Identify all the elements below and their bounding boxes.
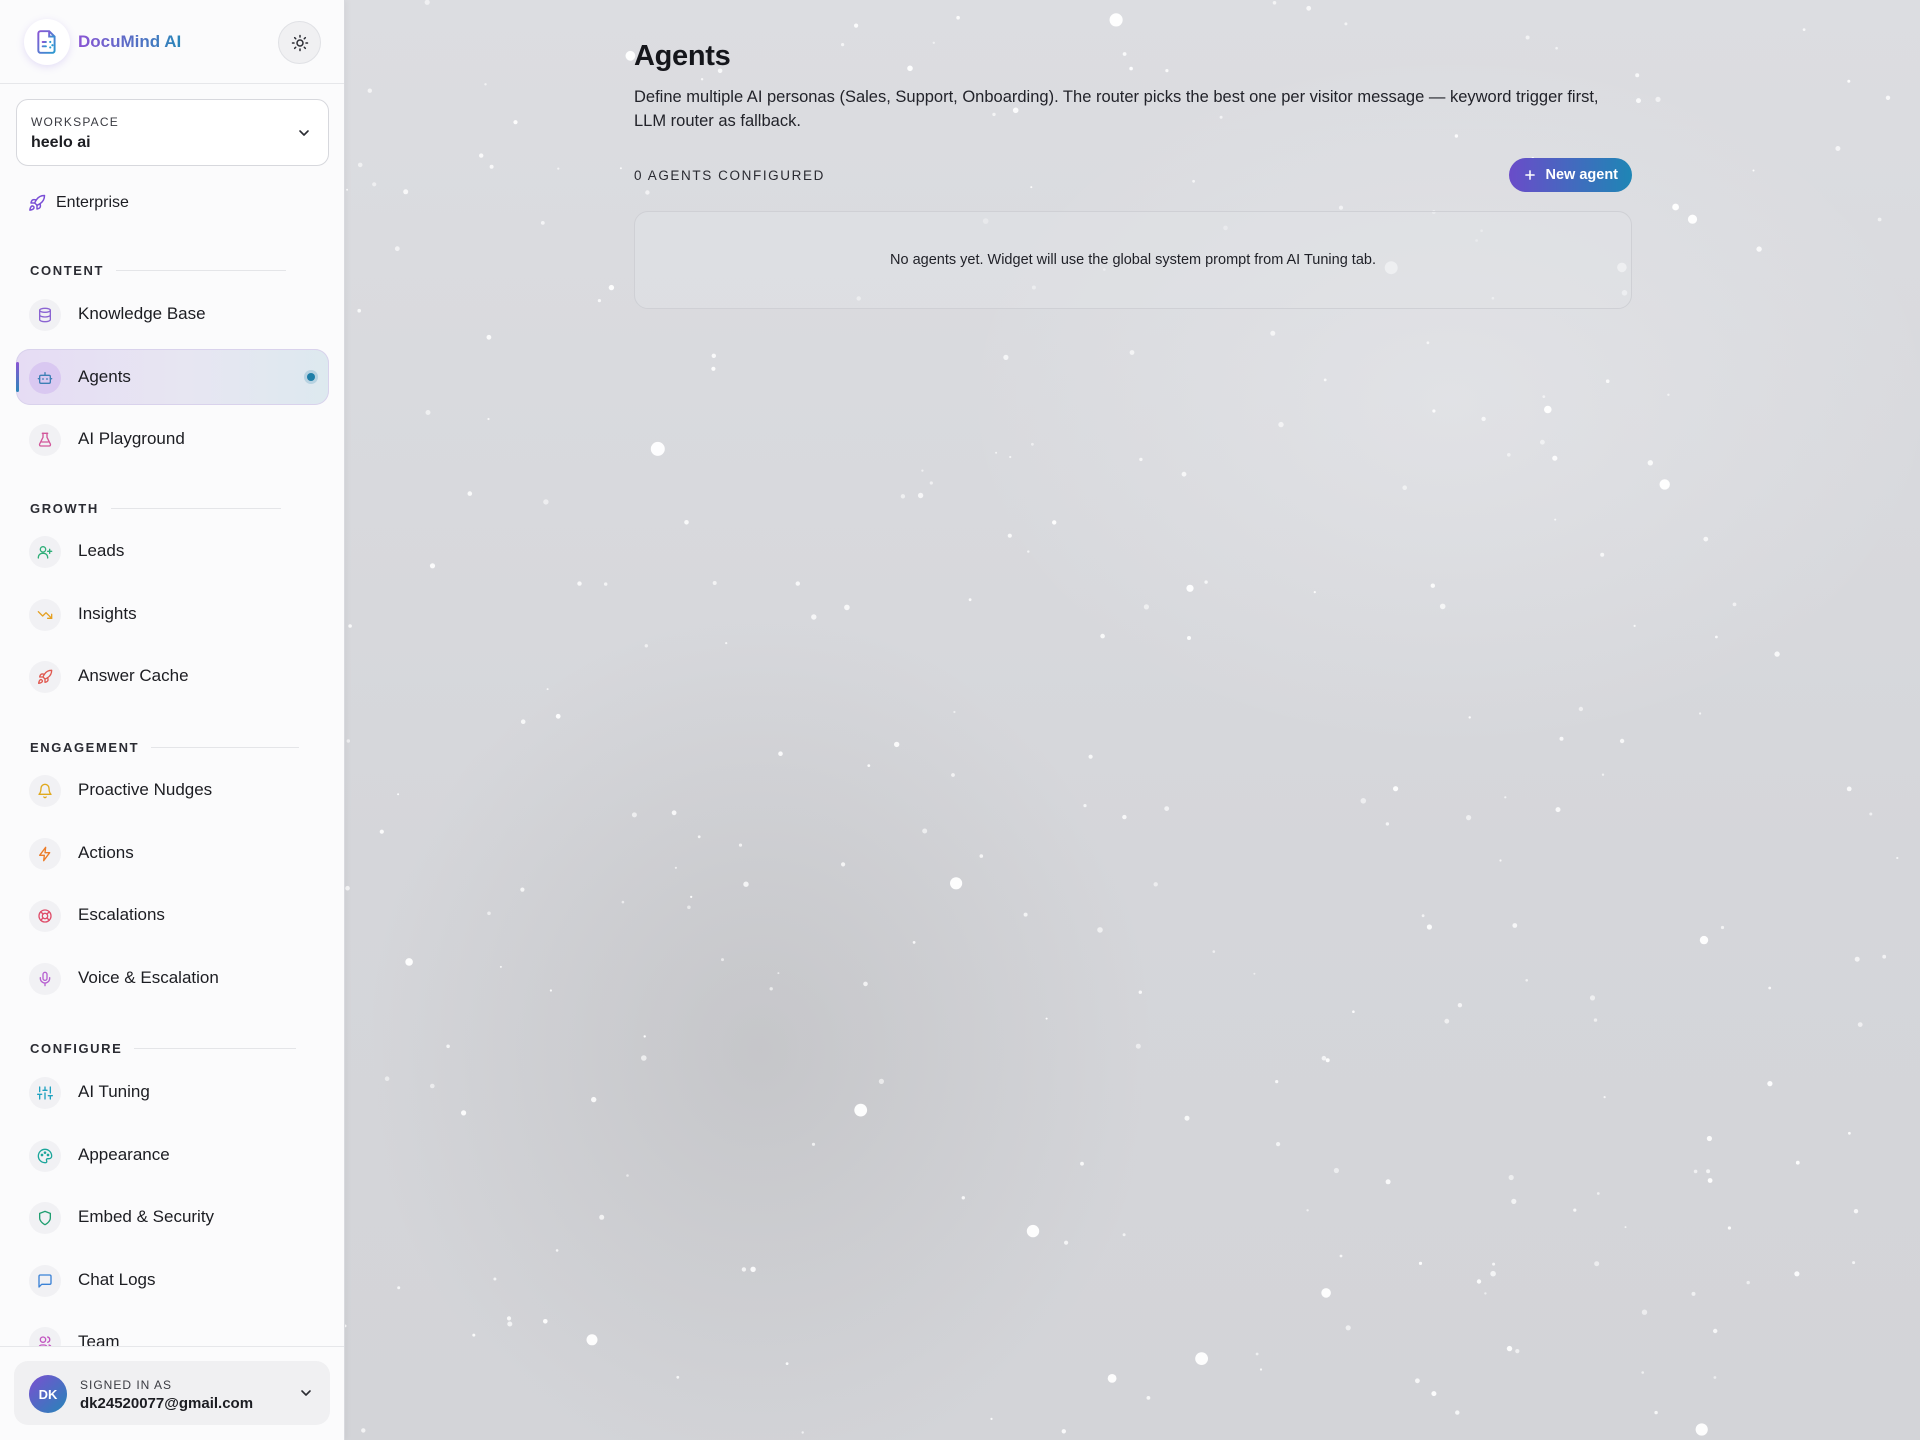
sidebar-item-embed-and-security[interactable]: Embed & Security: [16, 1189, 329, 1245]
main-content: Agents Define multiple AI personas (Sale…: [634, 40, 1632, 309]
section-label-growth: GROWTH: [30, 501, 281, 516]
sidebar-item-icon: [29, 424, 61, 456]
sidebar-item-icon: [29, 1140, 61, 1172]
sidebar-item-icon: [29, 362, 61, 394]
sidebar-item-actions[interactable]: Actions: [16, 825, 329, 881]
sidebar-item-label: Answer Cache: [78, 666, 189, 685]
empty-state: No agents yet. Widget will use the globa…: [634, 211, 1632, 309]
workspace-selector[interactable]: WORKSPACE heelo ai: [16, 99, 329, 166]
sidebar-item-label: Embed & Security: [78, 1207, 215, 1226]
page-title: Agents: [634, 40, 731, 72]
chevron-down-icon: [299, 130, 309, 136]
sidebar-item-leads[interactable]: Leads: [16, 523, 329, 579]
sidebar-item-answer-cache[interactable]: Answer Cache: [16, 648, 329, 704]
sidebar-item-label: Actions: [78, 843, 134, 862]
section-label-configure: CONFIGURE: [30, 1041, 297, 1056]
section-divider: [116, 270, 287, 271]
sidebar-item-label: Knowledge Base: [78, 304, 206, 323]
new-agent-button[interactable]: New agent: [1509, 158, 1632, 192]
theme-toggle-button[interactable]: [278, 21, 321, 64]
signed-in-label: SIGNED IN AS: [80, 1378, 173, 1392]
page-description: Define multiple AI personas (Sales, Supp…: [634, 88, 1599, 130]
palette-icon: [37, 1148, 53, 1164]
sidebar-item-icon: [29, 775, 61, 807]
robot-icon: [37, 372, 53, 384]
app-name: DocuMind AI: [78, 32, 182, 51]
sidebar: DocuMind AI WORKSPACE heelo ai Enterpris…: [0, 0, 345, 1440]
workspace-value: heelo ai: [31, 134, 91, 151]
rocket-icon: [29, 194, 46, 211]
section-label-engagement: ENGAGEMENT: [30, 740, 300, 755]
flask-icon: [38, 432, 52, 447]
workspace-label: WORKSPACE: [31, 115, 119, 129]
avatar: DK: [29, 1375, 67, 1413]
section-title: CONFIGURE: [30, 1041, 123, 1056]
sidebar-item-insights[interactable]: Insights: [16, 586, 329, 642]
empty-state-message: No agents yet. Widget will use the globa…: [890, 252, 1376, 268]
sidebar-item-label: Escalations: [78, 905, 165, 924]
sidebar-item-icon: [29, 299, 61, 331]
sidebar-item-proactive-nudges[interactable]: Proactive Nudges: [16, 762, 329, 818]
user-area: DK SIGNED IN AS dk24520077@gmail.com: [0, 1346, 344, 1440]
chevron-down-icon: [301, 1390, 311, 1396]
trending-down-icon: [37, 611, 53, 619]
sidebar-item-icon: [29, 963, 61, 995]
sidebar-item-icon: [29, 536, 61, 568]
sun-icon: [291, 34, 308, 51]
sidebar-item-icon: [29, 599, 61, 631]
active-indicator: [307, 373, 315, 381]
agents-count: 0 AGENTS CONFIGURED: [634, 168, 825, 183]
lifebuoy-icon: [38, 909, 52, 923]
sidebar-item-voice-and-escalation[interactable]: Voice & Escalation: [16, 950, 329, 1006]
user-plus-icon: [37, 546, 53, 559]
sidebar-item-label: Voice & Escalation: [78, 968, 219, 987]
sidebar-item-escalations[interactable]: Escalations: [16, 887, 329, 943]
new-agent-label: New agent: [1545, 167, 1618, 183]
section-divider: [110, 508, 281, 509]
shield-icon: [39, 1210, 51, 1226]
sidebar-item-label: Appearance: [78, 1145, 170, 1164]
plan-label: Enterprise: [56, 194, 129, 211]
sidebar-item-label: Proactive Nudges: [78, 780, 213, 799]
sidebar-item-label: Insights: [78, 604, 137, 623]
agents-toolbar: 0 AGENTS CONFIGURED New agent: [634, 158, 1632, 192]
user-email: dk24520077@gmail.com: [80, 1395, 254, 1412]
sidebar-item-knowledge-base[interactable]: Knowledge Base: [16, 286, 329, 342]
sidebar-item-label: Leads: [78, 541, 125, 560]
sidebar-item-label: AI Playground: [78, 429, 185, 448]
sidebar-item-agents[interactable]: Agents: [16, 349, 329, 405]
section-title: CONTENT: [30, 263, 105, 278]
sidebar-item-icon: [29, 838, 61, 870]
sidebar-item-appearance[interactable]: Appearance: [16, 1127, 329, 1183]
section-label-content: CONTENT: [30, 263, 287, 278]
sidebar-item-label: Agents: [78, 367, 131, 386]
sidebar-item-icon: [29, 661, 61, 693]
user-menu-button[interactable]: DK SIGNED IN AS dk24520077@gmail.com: [14, 1361, 330, 1425]
sidebar-item-icon: [29, 1077, 61, 1109]
section-divider: [151, 747, 300, 748]
rocket-icon: [38, 669, 53, 684]
section-title: GROWTH: [30, 501, 99, 516]
lightning-icon: [39, 846, 51, 862]
section-title: ENGAGEMENT: [30, 740, 140, 755]
database-icon: [39, 307, 51, 323]
bell-icon: [38, 783, 52, 799]
sidebar-item-ai-playground[interactable]: AI Playground: [16, 411, 329, 467]
sidebar-item-icon: [29, 900, 61, 932]
sidebar-item-icon: [29, 1265, 61, 1297]
sidebar-item-label: AI Tuning: [78, 1082, 150, 1101]
sidebar-item-icon: [29, 1202, 61, 1234]
brand-header: DocuMind AI: [0, 0, 344, 84]
chat-icon: [38, 1274, 52, 1288]
plus-icon: [1525, 170, 1536, 180]
sidebar-item-label: Chat Logs: [78, 1270, 156, 1289]
sidebar-item-chat-logs[interactable]: Chat Logs: [16, 1252, 329, 1308]
app-logo-icon[interactable]: [24, 19, 70, 65]
sliders-icon: [37, 1086, 53, 1100]
microphone-icon: [39, 971, 51, 987]
section-divider: [134, 1048, 297, 1049]
sidebar-item-ai-tuning[interactable]: AI Tuning: [16, 1064, 329, 1120]
plan-badge[interactable]: Enterprise: [28, 192, 129, 214]
